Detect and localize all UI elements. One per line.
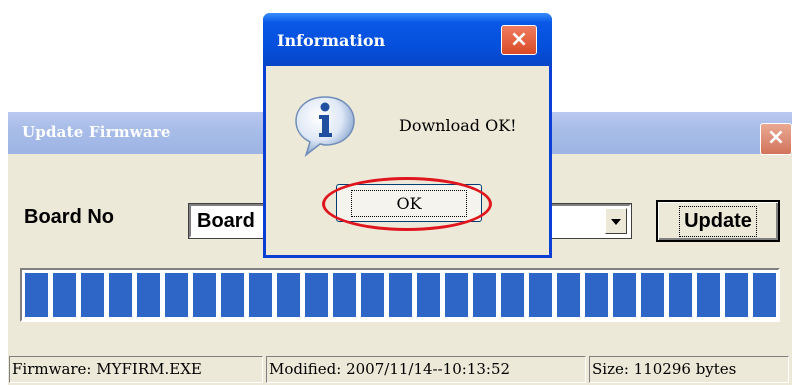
progress-block: [305, 273, 328, 317]
status-modified: Modified: 2007/11/14--10:13:52: [266, 356, 586, 383]
progress-block: [361, 273, 384, 317]
progress-block: [641, 273, 664, 317]
status-firmware: Firmware: MYFIRM.EXE: [9, 356, 263, 383]
progress-block: [753, 273, 776, 317]
chevron-down-icon[interactable]: [605, 208, 627, 234]
progress-block: [25, 273, 48, 317]
close-icon[interactable]: ×: [501, 25, 537, 55]
close-icon[interactable]: ×: [760, 123, 792, 155]
progress-block: [109, 273, 132, 317]
progress-block: [165, 273, 188, 317]
dialog-titlebar[interactable]: Information ×: [263, 13, 552, 66]
progress-block: [417, 273, 440, 317]
progress-block: [613, 273, 636, 317]
progress-block: [333, 273, 356, 317]
dialog-title: Information: [277, 31, 386, 50]
progress-block: [501, 273, 524, 317]
download-progress-bar: [20, 268, 780, 322]
ok-button-label: OK: [351, 189, 467, 217]
progress-block: [249, 273, 272, 317]
update-button-label: Update: [679, 205, 757, 237]
progress-block: [277, 273, 300, 317]
progress-block: [221, 273, 244, 317]
progress-block: [445, 273, 468, 317]
progress-block: [585, 273, 608, 317]
information-dialog: Information × Download OK! OK: [263, 13, 552, 258]
progress-block: [193, 273, 216, 317]
update-button[interactable]: Update: [656, 200, 780, 242]
progress-block: [669, 273, 692, 317]
board-no-label: Board No: [24, 206, 114, 228]
progress-block: [137, 273, 160, 317]
progress-block: [725, 273, 748, 317]
progress-block: [81, 273, 104, 317]
progress-block: [557, 273, 580, 317]
progress-block: [473, 273, 496, 317]
window-title: Update Firmware: [22, 123, 171, 141]
status-size: Size: 110296 bytes: [589, 356, 789, 383]
board-no-value: Board: [197, 210, 255, 232]
status-bar: Firmware: MYFIRM.EXE Modified: 2007/11/1…: [8, 354, 792, 385]
progress-block: [389, 273, 412, 317]
progress-block: [53, 273, 76, 317]
info-icon: [295, 96, 355, 157]
progress-block: [697, 273, 720, 317]
ok-button[interactable]: OK: [336, 184, 482, 222]
dialog-message: Download OK!: [399, 116, 517, 135]
progress-block: [529, 273, 552, 317]
